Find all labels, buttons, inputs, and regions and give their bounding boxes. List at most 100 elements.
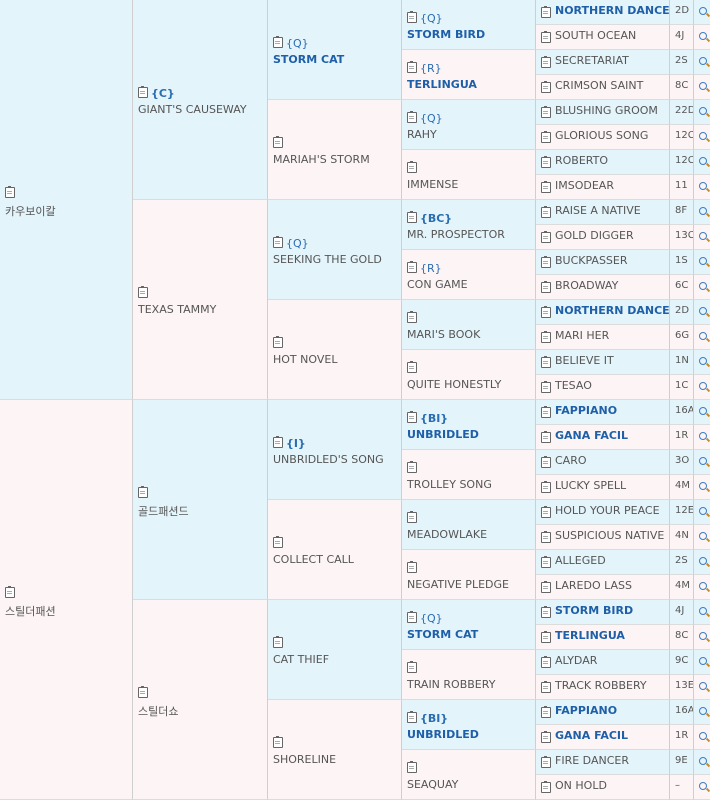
search-button[interactable]: [694, 650, 710, 675]
ancestor-cell[interactable]: NORTHERN DANCER: [536, 0, 670, 25]
horse-cell[interactable]: SEAQUAY: [402, 750, 536, 800]
clipboard-icon[interactable]: [138, 686, 148, 698]
horse-name-link[interactable]: GLORIOUS SONG: [555, 129, 648, 142]
clipboard-icon[interactable]: [541, 606, 551, 618]
search-button[interactable]: [694, 25, 710, 50]
ancestor-cell[interactable]: NORTHERN DANCER: [536, 300, 670, 325]
horse-name-link[interactable]: STORM CAT: [407, 628, 478, 641]
horse-cell[interactable]: {Q} RAHY: [402, 100, 536, 150]
horse-cell[interactable]: {R} CON GAME: [402, 250, 536, 300]
horse-name-link[interactable]: TRACK ROBBERY: [555, 679, 647, 692]
clipboard-icon[interactable]: [407, 311, 417, 323]
horse-name-link[interactable]: LUCKY SPELL: [555, 479, 626, 492]
clipboard-icon[interactable]: [407, 411, 417, 423]
horse-name-link[interactable]: TROLLEY SONG: [407, 478, 492, 491]
horse-name-link[interactable]: QUITE HONESTLY: [407, 378, 501, 391]
search-button[interactable]: [694, 50, 710, 75]
ancestor-cell[interactable]: GANA FACIL: [536, 425, 670, 450]
horse-cell[interactable]: NEGATIVE PLEDGE: [402, 550, 536, 600]
clipboard-icon[interactable]: [273, 536, 283, 548]
clipboard-icon[interactable]: [541, 256, 551, 268]
horse-name-link[interactable]: NEGATIVE PLEDGE: [407, 578, 509, 591]
horse-cell[interactable]: {R} TERLINGUA: [402, 50, 536, 100]
clipboard-icon[interactable]: [273, 736, 283, 748]
clipboard-icon[interactable]: [5, 586, 15, 598]
clipboard-icon[interactable]: [541, 231, 551, 243]
clipboard-icon[interactable]: [541, 106, 551, 118]
horse-name-link[interactable]: CON GAME: [407, 278, 468, 291]
clipboard-icon[interactable]: [541, 706, 551, 718]
clipboard-icon[interactable]: [5, 186, 15, 198]
horse-name-link[interactable]: TERLINGUA: [555, 629, 625, 642]
horse-name-link[interactable]: ALLEGED: [555, 554, 606, 567]
clipboard-icon[interactable]: [541, 731, 551, 743]
clipboard-icon[interactable]: [407, 461, 417, 473]
clipboard-icon[interactable]: [273, 336, 283, 348]
horse-cell[interactable]: {I} UNBRIDLED'S SONG: [268, 400, 402, 500]
horse-cell[interactable]: HOT NOVEL: [268, 300, 402, 400]
ancestor-cell[interactable]: RAISE A NATIVE: [536, 200, 670, 225]
clipboard-icon[interactable]: [407, 711, 417, 723]
horse-name-link[interactable]: MR. PROSPECTOR: [407, 228, 505, 241]
search-button[interactable]: [694, 425, 710, 450]
clipboard-icon[interactable]: [541, 356, 551, 368]
clipboard-icon[interactable]: [273, 136, 283, 148]
horse-name-link[interactable]: ON HOLD: [555, 779, 607, 792]
ancestor-cell[interactable]: GANA FACIL: [536, 725, 670, 750]
clipboard-icon[interactable]: [273, 236, 283, 248]
search-button[interactable]: [694, 575, 710, 600]
horse-name-link[interactable]: NORTHERN DANCER: [555, 4, 669, 17]
horse-name-link[interactable]: BLUSHING GROOM: [555, 104, 658, 117]
horse-cell[interactable]: MEADOWLAKE: [402, 500, 536, 550]
horse-name-link[interactable]: STORM BIRD: [407, 28, 485, 41]
search-button[interactable]: [694, 725, 710, 750]
horse-cell[interactable]: {BI} UNBRIDLED: [402, 400, 536, 450]
clipboard-icon[interactable]: [541, 531, 551, 543]
search-button[interactable]: [694, 250, 710, 275]
ancestor-cell[interactable]: SOUTH OCEAN: [536, 25, 670, 50]
horse-name-link[interactable]: IMMENSE: [407, 178, 458, 191]
clipboard-icon[interactable]: [541, 6, 551, 18]
horse-cell[interactable]: CAT THIEF: [268, 600, 402, 700]
ancestor-cell[interactable]: BROADWAY: [536, 275, 670, 300]
search-button[interactable]: [694, 500, 710, 525]
clipboard-icon[interactable]: [138, 86, 148, 98]
horse-name-link[interactable]: GOLD DIGGER: [555, 229, 634, 242]
clipboard-icon[interactable]: [541, 156, 551, 168]
clipboard-icon[interactable]: [407, 661, 417, 673]
search-button[interactable]: [694, 600, 710, 625]
horse-name-link[interactable]: 스틸더쇼: [138, 703, 178, 719]
search-button[interactable]: [694, 200, 710, 225]
horse-cell[interactable]: 스틸더쇼: [133, 600, 268, 800]
search-button[interactable]: [694, 375, 710, 400]
ancestor-cell[interactable]: ON HOLD: [536, 775, 670, 800]
horse-name-link[interactable]: 골드패션드: [138, 503, 189, 519]
ancestor-cell[interactable]: IMSODEAR: [536, 175, 670, 200]
horse-name-link[interactable]: SECRETARIAT: [555, 54, 629, 67]
horse-cell[interactable]: MARIAH'S STORM: [268, 100, 402, 200]
ancestor-cell[interactable]: SECRETARIAT: [536, 50, 670, 75]
search-button[interactable]: [694, 325, 710, 350]
clipboard-icon[interactable]: [541, 631, 551, 643]
horse-name-link[interactable]: GANA FACIL: [555, 429, 628, 442]
search-button[interactable]: [694, 150, 710, 175]
clipboard-icon[interactable]: [407, 561, 417, 573]
horse-name-link[interactable]: FIRE DANCER: [555, 754, 629, 767]
clipboard-icon[interactable]: [541, 456, 551, 468]
search-button[interactable]: [694, 275, 710, 300]
horse-cell[interactable]: {BI} UNBRIDLED: [402, 700, 536, 750]
horse-name-link[interactable]: SHORELINE: [273, 753, 336, 766]
ancestor-cell[interactable]: BELIEVE IT: [536, 350, 670, 375]
search-button[interactable]: [694, 400, 710, 425]
horse-name-link[interactable]: SEEKING THE GOLD: [273, 253, 382, 266]
ancestor-cell[interactable]: FIRE DANCER: [536, 750, 670, 775]
search-button[interactable]: [694, 125, 710, 150]
clipboard-icon[interactable]: [541, 381, 551, 393]
clipboard-icon[interactable]: [541, 681, 551, 693]
clipboard-icon[interactable]: [273, 436, 283, 448]
clipboard-icon[interactable]: [407, 161, 417, 173]
horse-cell[interactable]: IMMENSE: [402, 150, 536, 200]
horse-name-link[interactable]: COLLECT CALL: [273, 553, 354, 566]
horse-cell[interactable]: TRAIN ROBBERY: [402, 650, 536, 700]
search-button[interactable]: [694, 100, 710, 125]
